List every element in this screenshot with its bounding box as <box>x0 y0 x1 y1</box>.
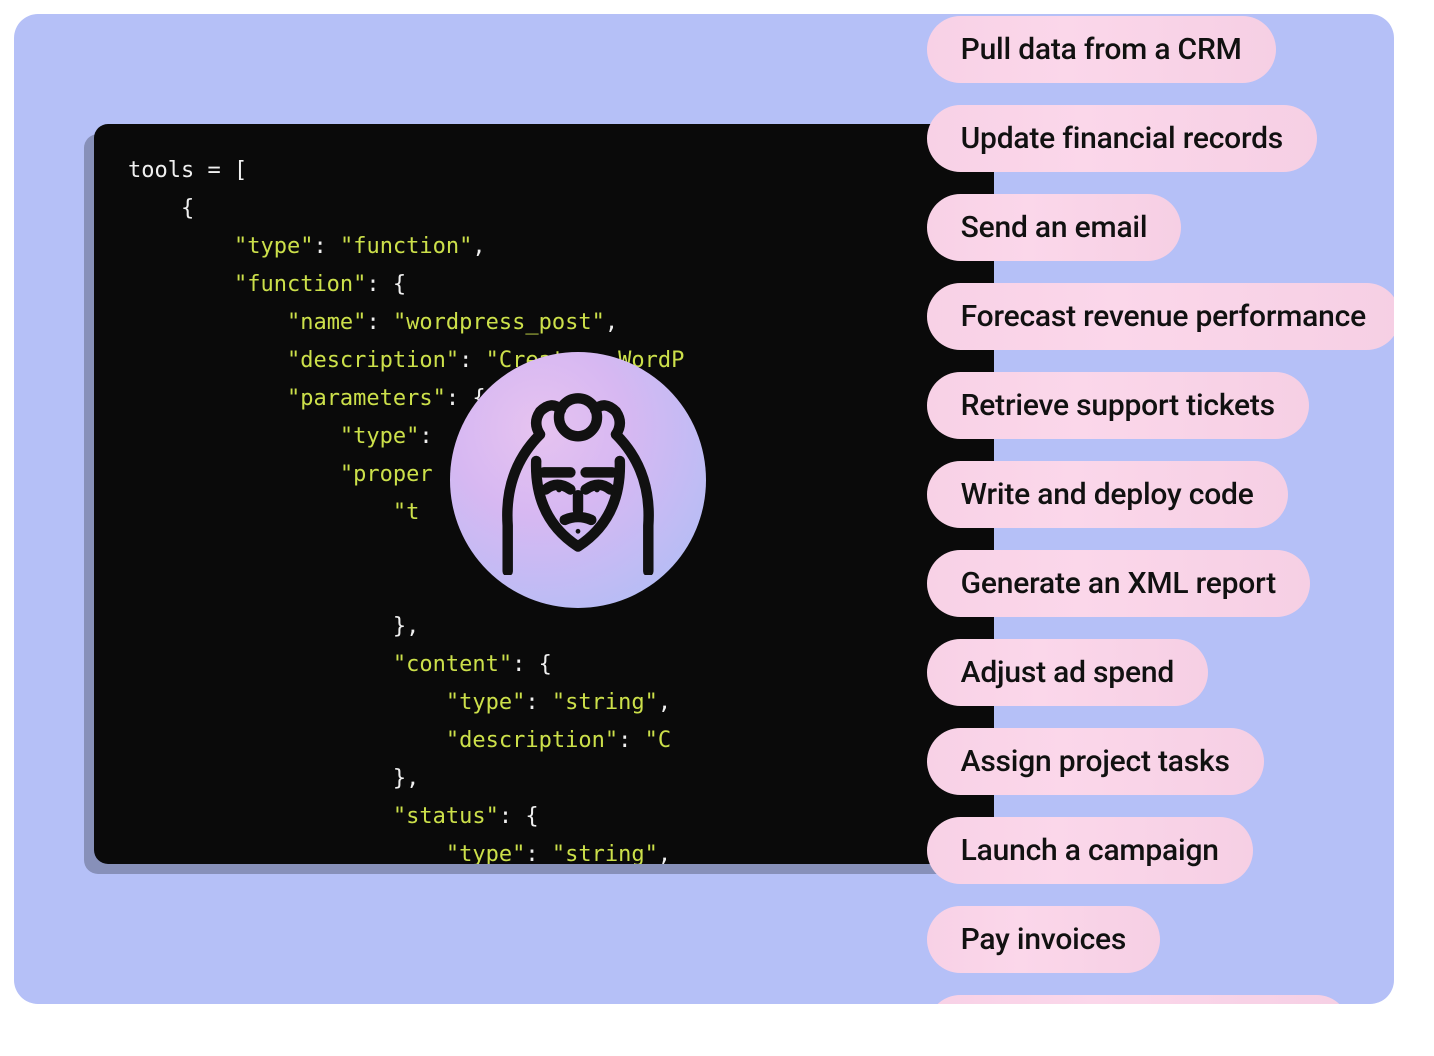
capability-pill: Retrieve support tickets <box>927 372 1309 439</box>
code-token <box>128 348 287 373</box>
code-token: "proper <box>340 462 433 487</box>
code-token <box>128 804 393 829</box>
assistant-avatar-badge <box>450 352 706 608</box>
code-token <box>128 690 446 715</box>
code-token: "type" <box>340 424 419 449</box>
code-token: "content" <box>393 652 512 677</box>
code-token <box>128 500 393 525</box>
code-token: "description" <box>287 348 459 373</box>
code-token: "description" <box>446 728 618 753</box>
capability-pill: Send an email <box>927 194 1182 261</box>
code-token: , <box>472 234 485 259</box>
code-token <box>128 652 393 677</box>
code-token: "function" <box>234 272 366 297</box>
code-token: "t <box>393 500 420 525</box>
code-token: "function" <box>340 234 472 259</box>
capability-pill: Launch a campaign <box>927 817 1253 884</box>
code-token: "status" <box>393 804 499 829</box>
capability-pill: Write and deploy code <box>927 461 1288 528</box>
capability-pill: Pay invoices <box>927 906 1161 973</box>
code-token: }, <box>128 614 419 639</box>
hero-canvas: tools = [ { "type": "function", "functio… <box>14 14 1394 1004</box>
code-token: : <box>419 424 446 449</box>
capability-pill: Analyze infrastructure logs <box>927 995 1350 1004</box>
code-token: , <box>658 690 671 715</box>
capability-pill-list: Pull data from a CRM Update financial rec… <box>927 16 1394 1004</box>
code-token: "parameters" <box>287 386 446 411</box>
code-token: : { <box>366 272 406 297</box>
code-token: "wordpress_post" <box>393 310 605 335</box>
code-token: , <box>605 310 618 335</box>
capability-pill: Assign project tasks <box>927 728 1264 795</box>
code-token: : <box>525 842 552 864</box>
code-token <box>128 386 287 411</box>
code-token: : { <box>512 652 552 677</box>
code-token: tools = [ <box>128 158 247 183</box>
assistant-face-icon <box>483 385 673 575</box>
code-token: : <box>525 690 552 715</box>
code-token: : <box>459 348 486 373</box>
code-token: "type" <box>234 234 313 259</box>
code-token: "type" <box>446 690 525 715</box>
capability-pill: Adjust ad spend <box>927 639 1208 706</box>
code-token <box>128 462 340 487</box>
code-token: : <box>366 310 393 335</box>
code-token: "string" <box>552 842 658 864</box>
code-token <box>128 842 446 864</box>
code-token <box>128 424 340 449</box>
code-token: }, <box>128 766 419 791</box>
code-token: "name" <box>287 310 366 335</box>
capability-pill: Generate an XML report <box>927 550 1310 617</box>
code-token: "C <box>645 728 672 753</box>
code-token: : <box>313 234 340 259</box>
code-token: : <box>618 728 645 753</box>
code-token: "type" <box>446 842 525 864</box>
code-token: : { <box>499 804 539 829</box>
code-token <box>128 234 234 259</box>
code-token <box>128 728 446 753</box>
capability-pill: Forecast revenue performance <box>927 283 1394 350</box>
capability-pill: Update financial records <box>927 105 1317 172</box>
code-token: , <box>658 842 671 864</box>
capability-pill: Pull data from a CRM <box>927 16 1276 83</box>
code-token <box>128 310 287 335</box>
code-token: "string" <box>552 690 658 715</box>
code-token: { <box>128 196 194 221</box>
code-token <box>128 272 234 297</box>
